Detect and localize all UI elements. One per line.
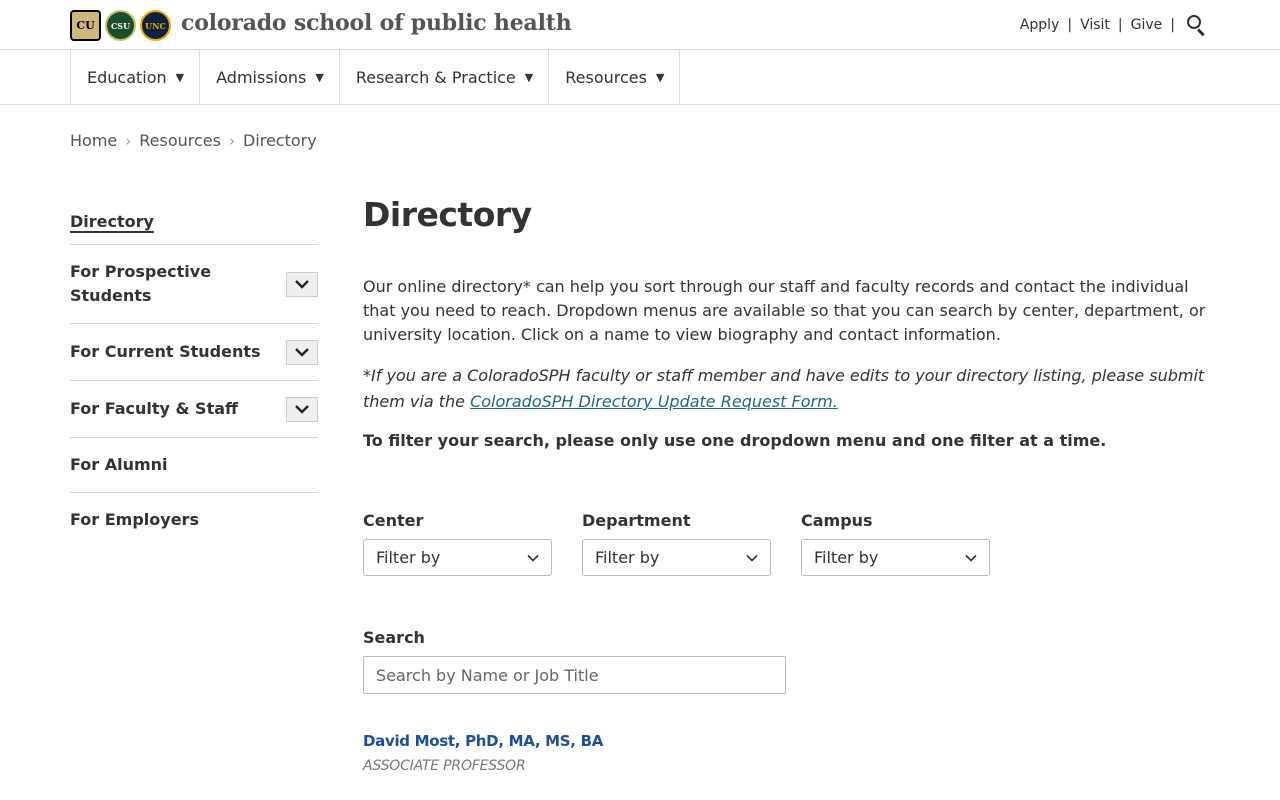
give-link[interactable]: Give	[1131, 17, 1163, 33]
page-title: Directory	[363, 195, 532, 234]
nav-item-resources[interactable]: Resources ▼	[549, 50, 681, 104]
edit-note: *If you are a ColoradoSPH faculty or sta…	[363, 363, 1213, 415]
filter-label: Center	[363, 511, 424, 530]
person-title: ASSOCIATE PROFESSOR	[363, 758, 526, 774]
chevron-down-icon	[527, 554, 539, 562]
nav-item-education[interactable]: Education ▼	[71, 50, 201, 104]
search-icon[interactable]	[1185, 14, 1207, 37]
campus-filter: Campus Filter by	[801, 511, 990, 576]
expand-toggle[interactable]	[286, 271, 318, 297]
breadcrumb-home[interactable]: Home	[70, 131, 117, 150]
search-block: Search	[363, 628, 786, 694]
nav-item-label: Admissions	[216, 67, 307, 87]
search-label: Search	[363, 628, 425, 647]
search-input[interactable]	[363, 656, 786, 694]
caret-down-icon: ▼	[175, 70, 185, 84]
intro-text: Our online directory* can help you sort …	[363, 277, 1206, 344]
unc-logo-text: UNC	[145, 20, 166, 31]
person-name-link[interactable]: David Most, PhD, MA, MS, BA	[363, 732, 603, 750]
csu-logo-text: CSU	[110, 20, 131, 31]
separator: |	[1117, 17, 1123, 33]
unc-logo[interactable]: UNC	[140, 10, 171, 41]
campus-select[interactable]: Filter by	[801, 539, 990, 576]
nav-item-label: Resources	[565, 67, 647, 87]
center-filter: Center Filter by	[363, 511, 552, 576]
filter-row: Center Filter by Department Filter by Ca…	[363, 511, 990, 576]
sidebar-item-label: For Faculty & Staff	[70, 399, 238, 418]
select-value: Filter by	[595, 548, 660, 567]
sidebar-item-label: For Current Students	[70, 342, 261, 361]
sidebar-item-label: For Alumni	[70, 455, 168, 474]
nav-item-admissions[interactable]: Admissions ▼	[200, 50, 340, 104]
filter-label: Department	[582, 511, 691, 530]
site-title[interactable]: colorado school of public health	[181, 10, 572, 36]
filter-tip: To filter your search, please only use o…	[363, 431, 1107, 450]
main-content: Directory Our online directory* can help…	[363, 195, 1213, 774]
sidebar-nav: Directory For Prospective Students For C…	[70, 200, 318, 547]
chevron-down-icon	[746, 554, 758, 562]
utility-nav: Apply | Visit | Give |	[1020, 14, 1207, 37]
caret-down-icon: ▼	[315, 70, 324, 84]
select-value: Filter by	[814, 548, 879, 567]
nav-item-label: Education	[87, 67, 167, 87]
caret-down-icon: ▼	[655, 70, 665, 84]
chevron-down-icon	[295, 348, 309, 357]
center-select[interactable]: Filter by	[363, 539, 552, 576]
sidebar-item-label: Directory	[70, 212, 154, 231]
sidebar-item-employers[interactable]: For Employers	[70, 493, 318, 547]
filter-label: Campus	[801, 511, 873, 530]
site-header: CU CSU UNC colorado school of public hea…	[0, 0, 1280, 50]
university-logos[interactable]: CU CSU UNC	[70, 10, 171, 41]
chevron-down-icon	[295, 280, 309, 289]
caret-down-icon: ▼	[524, 70, 534, 84]
main-nav: Education ▼ Admissions ▼ Research & Prac…	[0, 50, 1280, 105]
nav-item-research-practice[interactable]: Research & Practice ▼	[340, 50, 550, 104]
sidebar-item-directory[interactable]: Directory	[70, 200, 318, 245]
apply-link[interactable]: Apply	[1020, 17, 1060, 33]
sidebar-item-prospective-students[interactable]: For Prospective Students	[70, 245, 318, 324]
expand-toggle[interactable]	[286, 339, 318, 365]
expand-toggle[interactable]	[286, 396, 318, 422]
visit-link[interactable]: Visit	[1080, 17, 1110, 33]
sidebar-item-faculty-staff[interactable]: For Faculty & Staff	[70, 381, 318, 438]
cu-logo-text: CU	[76, 19, 95, 32]
csu-logo[interactable]: CSU	[105, 10, 136, 41]
department-select[interactable]: Filter by	[582, 539, 771, 576]
select-value: Filter by	[376, 548, 441, 567]
chevron-down-icon	[965, 554, 977, 562]
chevron-right-icon: ›	[125, 131, 132, 150]
separator: |	[1170, 17, 1175, 33]
chevron-right-icon: ›	[228, 131, 235, 150]
breadcrumb: Home › Resources › Directory	[70, 131, 317, 150]
sidebar-item-current-students[interactable]: For Current Students	[70, 324, 318, 381]
breadcrumb-current: Directory	[242, 131, 317, 150]
cu-logo[interactable]: CU	[70, 10, 101, 41]
directory-entry: David Most, PhD, MA, MS, BA ASSOCIATE PR…	[363, 732, 603, 774]
sidebar-item-label: For Employers	[70, 510, 199, 529]
separator: |	[1067, 17, 1073, 33]
breadcrumb-resources[interactable]: Resources	[139, 131, 221, 150]
sidebar-item-alumni[interactable]: For Alumni	[70, 438, 318, 493]
chevron-down-icon	[295, 405, 309, 414]
update-request-form-link[interactable]: ColoradoSPH Directory Update Request For…	[470, 392, 838, 411]
department-filter: Department Filter by	[582, 511, 771, 576]
sidebar-item-label: For Prospective Students	[70, 262, 212, 305]
nav-item-label: Research & Practice	[355, 67, 516, 87]
